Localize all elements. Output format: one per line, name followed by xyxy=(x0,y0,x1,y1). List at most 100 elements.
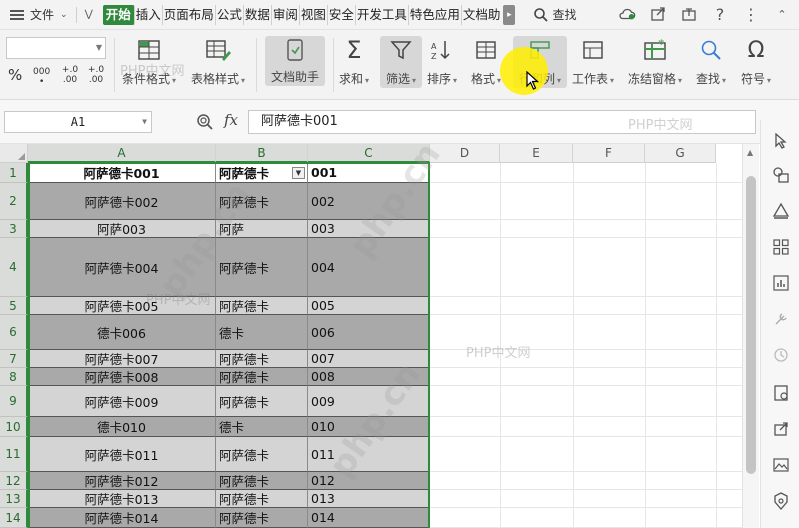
cell-b4[interactable]: 阿萨德卡 xyxy=(216,238,308,297)
tab-7[interactable]: 安全 xyxy=(328,4,356,25)
cell-c3[interactable]: 003 xyxy=(308,220,430,238)
cell-b3[interactable]: 阿萨 xyxy=(216,220,308,238)
cell-a10[interactable]: 德卡010 xyxy=(28,417,216,437)
cell-b13[interactable]: 阿萨德卡 xyxy=(216,490,308,508)
cell-c14[interactable]: 014 xyxy=(308,508,430,528)
more-options-icon[interactable]: ⋮ xyxy=(742,5,760,24)
tab-3[interactable]: 公式 xyxy=(216,4,244,25)
cell-b8[interactable]: 阿萨德卡 xyxy=(216,368,308,386)
chart-icon[interactable] xyxy=(772,274,790,292)
cell-a2[interactable]: 阿萨德卡002 xyxy=(28,183,216,220)
cell-b11[interactable]: 阿萨德卡 xyxy=(216,437,308,472)
cell-a1[interactable]: 阿萨德卡001 xyxy=(28,163,216,183)
decrease-decimal-button[interactable]: +.0 .00 xyxy=(86,65,106,85)
percent-format-button[interactable]: % xyxy=(8,66,22,84)
row-header[interactable]: 6 xyxy=(0,315,28,350)
table-style-button[interactable]: 表格样式 ▾ xyxy=(191,36,245,87)
increase-decimal-button[interactable]: +.0 .00 xyxy=(60,65,80,85)
tab-10[interactable]: 文档助 xyxy=(462,5,502,25)
cell-b9[interactable]: 阿萨德卡 xyxy=(216,386,308,417)
select-cursor-icon[interactable] xyxy=(772,132,790,150)
file-menu[interactable]: 文件 ⌄ xyxy=(30,6,68,23)
row-header[interactable]: 1 xyxy=(0,163,28,183)
format-button[interactable]: 格式 ▾ xyxy=(471,36,501,87)
conditional-format-button[interactable]: 条件格式 ▾ xyxy=(122,36,176,87)
cell-b12[interactable]: 阿萨德卡 xyxy=(216,472,308,490)
row-header[interactable]: 5 xyxy=(0,297,28,315)
cell-c1[interactable]: 001 xyxy=(308,163,430,183)
image-icon[interactable] xyxy=(772,456,790,474)
row-header[interactable]: 4 xyxy=(0,238,28,297)
fill-style-icon[interactable] xyxy=(772,202,790,220)
security-icon[interactable] xyxy=(772,492,790,510)
export-icon[interactable] xyxy=(680,5,698,23)
cell-b1[interactable]: 阿萨德卡 ▼ xyxy=(216,163,308,183)
tools-icon[interactable] xyxy=(772,310,790,328)
share-icon[interactable] xyxy=(649,5,667,23)
find-button[interactable]: 查找 ▾ xyxy=(696,36,726,87)
cell-c8[interactable]: 008 xyxy=(308,368,430,386)
cell-b6[interactable]: 德卡 xyxy=(216,315,308,350)
scrollbar-thumb[interactable] xyxy=(746,176,756,474)
symbol-button[interactable]: Ω 符号 ▾ xyxy=(741,36,771,87)
row-header[interactable]: 3 xyxy=(0,220,28,238)
row-col-button[interactable]: 行和列 ▾ xyxy=(513,36,567,88)
cell-a12[interactable]: 阿萨德卡012 xyxy=(28,472,216,490)
cell-c2[interactable]: 002 xyxy=(308,183,430,220)
freeze-pane-button[interactable]: ❄ 冻结窗格 ▾ xyxy=(628,36,682,87)
quick-access-dropdown-icon[interactable]: ⋁ xyxy=(85,9,93,20)
shapes-icon[interactable] xyxy=(772,166,790,184)
row-header[interactable]: 13 xyxy=(0,490,28,508)
worksheet-button[interactable]: 工作表 ▾ xyxy=(572,36,614,87)
filter-button[interactable]: 筛选 ▾ xyxy=(380,36,422,88)
cell-b5[interactable]: 阿萨德卡 xyxy=(216,297,308,315)
tab-4[interactable]: 数据 xyxy=(244,4,272,25)
cell-c6[interactable]: 006 xyxy=(308,315,430,350)
cell-c13[interactable]: 013 xyxy=(308,490,430,508)
insert-function-button[interactable]: fx xyxy=(224,111,238,129)
doc-assistant-button[interactable]: 文档助手 xyxy=(265,36,325,86)
column-header-a[interactable]: A xyxy=(28,144,216,163)
cell-a7[interactable]: 阿萨德卡007 xyxy=(28,350,216,368)
export-panel-icon[interactable] xyxy=(772,420,790,438)
history-icon[interactable] xyxy=(772,346,790,364)
tab-8[interactable]: 开发工具 xyxy=(356,4,409,25)
zoom-formula-icon[interactable] xyxy=(196,113,214,134)
tab-2[interactable]: 页面布局 xyxy=(163,4,216,25)
sort-button[interactable]: AZ 排序 ▾ xyxy=(427,36,457,87)
sum-button[interactable]: Σ 求和 ▾ xyxy=(339,36,369,87)
tab-0[interactable]: 开始 xyxy=(102,4,135,25)
cell-c4[interactable]: 004 xyxy=(308,238,430,297)
cell-a4[interactable]: 阿萨德卡004 xyxy=(28,238,216,297)
empty-cells-area[interactable] xyxy=(430,163,742,528)
formula-input[interactable]: 阿萨德卡001 xyxy=(248,110,756,134)
grid-apps-icon[interactable] xyxy=(772,238,790,256)
select-all-corner[interactable] xyxy=(0,144,28,163)
tab-5[interactable]: 审阅 xyxy=(272,4,300,25)
tab-9[interactable]: 特色应用 xyxy=(409,4,462,25)
hamburger-menu-icon[interactable] xyxy=(10,9,24,20)
help-icon[interactable]: ? xyxy=(711,5,729,24)
row-header[interactable]: 12 xyxy=(0,472,28,490)
cell-c12[interactable]: 012 xyxy=(308,472,430,490)
name-box[interactable]: A1 ▼ xyxy=(4,111,152,133)
cell-a5[interactable]: 阿萨德卡005 xyxy=(28,297,216,315)
cell-a3[interactable]: 阿萨003 xyxy=(28,220,216,238)
search-button[interactable]: 查找 xyxy=(533,6,576,23)
cell-c9[interactable]: 009 xyxy=(308,386,430,417)
row-header[interactable]: 11 xyxy=(0,437,28,472)
column-header-f[interactable]: F xyxy=(573,144,645,163)
cell-a9[interactable]: 阿萨德卡009 xyxy=(28,386,216,417)
scroll-up-icon[interactable]: ▲ xyxy=(747,148,753,157)
row-header[interactable]: 14 xyxy=(0,508,28,528)
cell-c7[interactable]: 007 xyxy=(308,350,430,368)
row-header[interactable]: 8 xyxy=(0,368,28,386)
column-header-c[interactable]: C xyxy=(308,144,430,163)
cell-b10[interactable]: 德卡 xyxy=(216,417,308,437)
column-header-b[interactable]: B xyxy=(216,144,308,163)
row-header[interactable]: 9 xyxy=(0,386,28,417)
cell-b7[interactable]: 阿萨德卡 xyxy=(216,350,308,368)
cell-c10[interactable]: 010 xyxy=(308,417,430,437)
cell-a13[interactable]: 阿萨德卡013 xyxy=(28,490,216,508)
cell-a6[interactable]: 德卡006 xyxy=(28,315,216,350)
